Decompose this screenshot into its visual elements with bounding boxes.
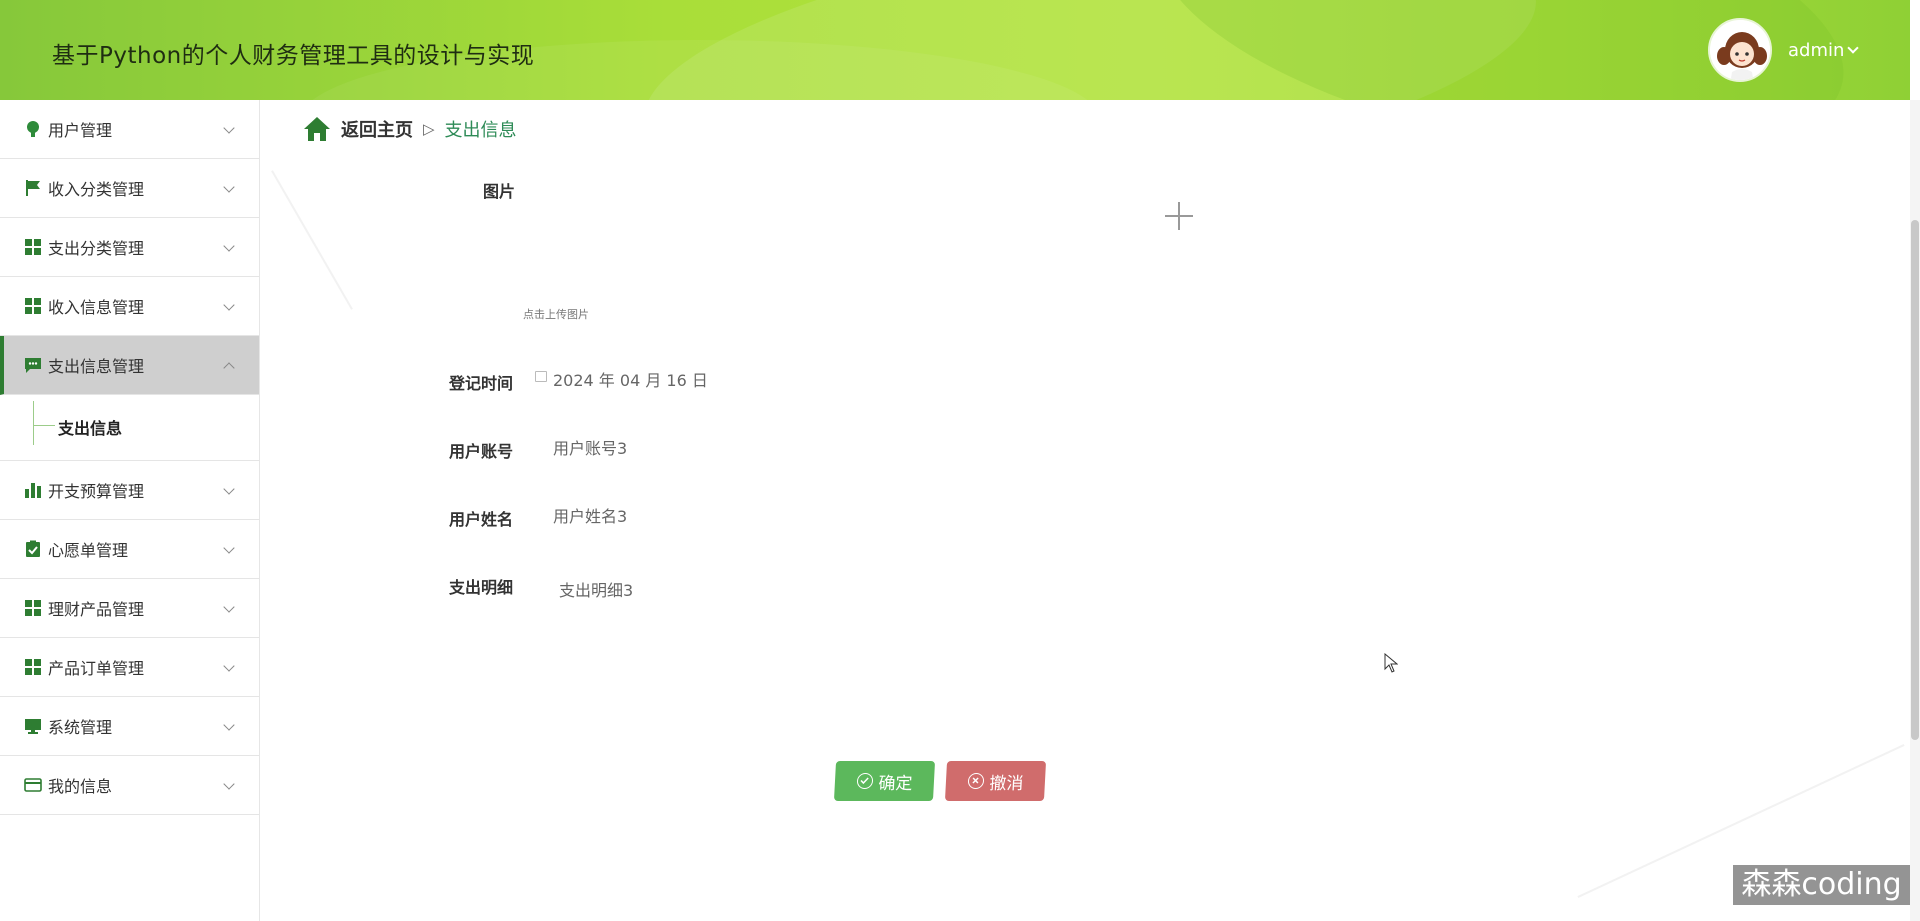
sidebar-submenu: 支出信息 [0,395,259,461]
sidebar-item-income-info[interactable]: 收入信息管理 [0,277,259,336]
sidebar-item-financial-product[interactable]: 理财产品管理 [0,579,259,638]
detail-field[interactable]: 支出明细3 [559,577,633,601]
bar-chart-icon [24,481,42,499]
sidebar-item-product-order[interactable]: 产品订单管理 [0,638,259,697]
cancel-button-label: 撤消 [988,773,1024,794]
sidebar-item-expense-info[interactable]: 支出信息管理 [0,336,259,395]
chevron-down-icon [223,778,235,790]
chevron-down-icon [223,719,235,731]
sidebar-item-user-management[interactable]: 用户管理 [0,100,259,159]
grid-icon [24,297,42,315]
chat-icon [24,356,42,374]
sidebar-item-label: 支出分类管理 [48,239,145,258]
home-icon[interactable] [303,116,331,142]
tree-branch [33,425,55,426]
breadcrumb-separator: ▷ [423,120,435,138]
flag-icon [24,179,42,197]
sidebar-item-label: 开支预算管理 [48,482,145,501]
chevron-down-icon [223,122,235,134]
clipboard-check-icon [24,540,42,558]
chevron-up-icon [223,362,235,374]
image-label: 图片 [483,182,516,201]
bulb-icon [24,120,42,138]
grid-icon [24,238,42,256]
sidebar-item-label: 收入分类管理 [48,180,145,199]
breadcrumb-home-link[interactable]: 返回主页 [341,116,413,142]
username-dropdown[interactable]: admin [1788,40,1844,61]
breadcrumb-current: 支出信息 [444,120,517,141]
sidebar-item-label: 收入信息管理 [48,298,145,317]
sidebar-item-label: 支出信息管理 [48,357,145,376]
chevron-down-icon [223,240,235,252]
background-decoration [271,170,353,310]
close-circle-icon [967,773,984,789]
check-circle-icon [856,773,873,789]
top-header: 基于Python的个人财务管理工具的设计与实现 admin [0,0,1910,100]
card-icon [24,776,42,794]
account-label: 用户账号 [449,442,514,461]
sidebar-item-label: 心愿单管理 [48,541,129,560]
chevron-down-icon [223,660,235,672]
sidebar-item-budget[interactable]: 开支预算管理 [0,461,259,520]
sidebar: 用户管理 收入分类管理 支出分类管理 收入信息管理 支出信息管理 支出信息 开支… [0,100,260,921]
chevron-down-icon [223,542,235,554]
account-field[interactable]: 用户账号3 [553,435,627,459]
sidebar-item-wishlist[interactable]: 心愿单管理 [0,520,259,579]
app-title: 基于Python的个人财务管理工具的设计与实现 [52,43,535,69]
sidebar-item-expense-category[interactable]: 支出分类管理 [0,218,259,277]
sidebar-item-label: 系统管理 [48,718,113,737]
sidebar-item-label: 我的信息 [48,777,113,796]
register-time-field[interactable]: 2024 年 04 月 16 日 [553,367,708,391]
avatar[interactable] [1708,18,1772,82]
watermark: 森森coding [1733,865,1910,905]
upload-plus-icon[interactable] [1165,202,1193,230]
register-time-label: 登记时间 [449,374,514,393]
tree-line [33,401,34,445]
sidebar-item-income-category[interactable]: 收入分类管理 [0,159,259,218]
sidebar-item-label: 产品订单管理 [48,659,145,678]
breadcrumb: 返回主页 ▷ 支出信息 [303,116,517,142]
sidebar-item-label: 用户管理 [48,121,113,140]
monitor-icon [24,717,42,735]
name-label: 用户姓名 [449,510,514,529]
confirm-button[interactable]: 确定 [833,761,936,801]
grid-icon [24,658,42,676]
mouse-cursor-icon [1384,653,1398,673]
calendar-icon [535,371,547,382]
upload-hint[interactable]: 点击上传图片 [523,306,589,322]
sidebar-item-system[interactable]: 系统管理 [0,697,259,756]
chevron-down-icon [223,601,235,613]
chevron-down-icon[interactable] [1847,42,1859,54]
grid-icon [24,599,42,617]
chevron-down-icon [223,483,235,495]
name-field[interactable]: 用户姓名3 [553,503,627,527]
sidebar-subitem-expense-info[interactable]: 支出信息 [58,415,122,439]
confirm-button-label: 确定 [877,773,913,794]
scrollbar-thumb[interactable] [1911,220,1919,740]
sidebar-item-label: 理财产品管理 [48,600,145,619]
chevron-down-icon [223,299,235,311]
chevron-down-icon [223,181,235,193]
sidebar-item-my-info[interactable]: 我的信息 [0,756,259,815]
cancel-button[interactable]: 撤消 [944,761,1047,801]
detail-label: 支出明细 [449,578,514,597]
